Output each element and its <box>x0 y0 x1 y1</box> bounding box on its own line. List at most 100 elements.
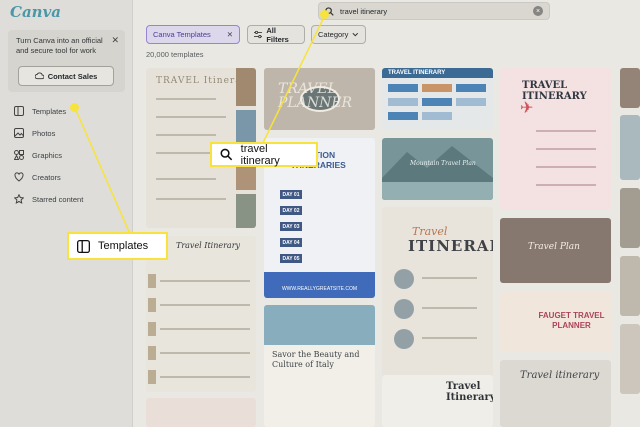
search-input[interactable]: travel itinerary <box>340 7 387 16</box>
template-card[interactable] <box>620 256 640 316</box>
template-title: TRAVEL ITINERARY <box>388 70 446 76</box>
text-line <box>536 166 596 168</box>
template-footer: WWW.REALLYGREATSITE.COM <box>281 286 358 292</box>
template-title: Mountain Travel Plan <box>410 160 476 167</box>
filter-chip-label: Canva Templates <box>153 30 211 39</box>
table-cell <box>388 98 418 106</box>
creators-icon <box>14 172 24 182</box>
template-card[interactable]: Travel itinerary <box>500 360 611 427</box>
table-cell <box>422 112 452 120</box>
day-label: DAY 03 <box>280 222 302 231</box>
text-line <box>160 376 250 378</box>
text-line <box>422 277 477 279</box>
text-line <box>160 352 250 354</box>
canva-logo[interactable]: Canva <box>10 3 61 21</box>
cloud-icon <box>34 72 44 80</box>
table-cell <box>388 84 418 92</box>
search-icon <box>220 148 233 161</box>
template-card[interactable] <box>620 115 640 180</box>
template-title: FAUGET TRAVEL PLANNER <box>538 311 605 330</box>
mountain-landscape <box>382 146 493 200</box>
star-icon <box>14 194 24 204</box>
table-cell <box>422 98 452 106</box>
sidebar-item-templates[interactable]: Templates <box>14 100 124 122</box>
template-photo <box>236 68 256 106</box>
template-card[interactable]: TRAVEL ITINERARY <box>382 68 493 130</box>
contact-sales-button[interactable]: Contact Sales <box>18 66 114 86</box>
text-line <box>160 280 250 282</box>
template-title: Savor the Beauty and Culture of Italy <box>272 350 360 369</box>
graphics-icon <box>14 150 24 160</box>
clear-search-icon[interactable]: × <box>533 6 543 16</box>
sidebar-nav: Templates Photos Graphics Creators Starr… <box>14 100 124 210</box>
sidebar: Canva Turn Canva into an official and se… <box>0 0 133 427</box>
text-line <box>536 184 596 186</box>
contact-sales-label: Contact Sales <box>47 71 98 81</box>
template-card[interactable]: TRAVEL PLANNER <box>264 68 375 130</box>
template-subtitle: ITINERARY <box>408 237 493 255</box>
templates-icon <box>77 239 90 253</box>
table-cell <box>456 84 486 92</box>
table-cell <box>456 98 486 106</box>
promo-text: Turn Canva into an official and secure t… <box>16 36 103 55</box>
close-icon[interactable]: ✕ <box>111 35 119 46</box>
row-marker <box>148 370 156 384</box>
template-card[interactable]: Mountain Travel Plan <box>382 138 493 200</box>
callout-dot <box>320 10 329 19</box>
template-title: Travel itinerary <box>520 370 600 381</box>
template-title: Travel Itinerary <box>176 241 241 250</box>
text-line <box>156 178 216 180</box>
templates-icon <box>14 106 24 116</box>
template-title: Travel Plan <box>528 242 580 252</box>
sidebar-item-label: Creators <box>32 172 61 182</box>
canva-templates-filter-chip[interactable]: Canva Templates ✕ <box>146 25 240 44</box>
table-cell <box>422 84 452 92</box>
table-cell <box>388 112 418 120</box>
sidebar-item-photos[interactable]: Photos <box>14 122 124 144</box>
sidebar-item-starred[interactable]: Starred content <box>14 188 124 210</box>
search-callout: travel itinerary <box>210 142 318 167</box>
day-label: DAY 04 <box>280 238 302 247</box>
row-marker <box>148 298 156 312</box>
chevron-down-icon <box>352 32 359 37</box>
template-card[interactable]: Travel Plan <box>500 218 611 283</box>
template-card[interactable]: Travel ITINERARY <box>382 207 493 397</box>
template-card[interactable] <box>146 398 256 427</box>
template-photo <box>394 269 414 289</box>
sidebar-item-label: Graphics <box>32 150 63 160</box>
close-icon[interactable]: ✕ <box>227 30 233 39</box>
text-line <box>536 130 596 132</box>
template-card[interactable]: Savor the Beauty and Culture of Italy <box>264 305 375 427</box>
search-callout-label: travel itinerary <box>240 142 280 167</box>
template-card[interactable]: FAUGET TRAVEL PLANNER <box>500 291 611 351</box>
category-dropdown[interactable]: Category <box>311 25 366 44</box>
template-card[interactable] <box>620 188 640 248</box>
all-filters-button[interactable]: All Filters <box>247 25 305 44</box>
sidebar-item-creators[interactable]: Creators <box>14 166 124 188</box>
text-line <box>156 198 226 200</box>
template-title: Travel Itinerary <box>446 381 493 403</box>
text-line <box>422 337 477 339</box>
template-title: TRAVEL PLANNER <box>278 81 353 111</box>
sidebar-item-graphics[interactable]: Graphics <box>14 144 124 166</box>
template-card[interactable]: Travel Itinerary <box>382 375 493 427</box>
sliders-icon <box>254 30 263 39</box>
day-label: DAY 02 <box>280 206 302 215</box>
promo-panel: Turn Canva into an official and secure t… <box>8 30 125 92</box>
template-card[interactable] <box>620 324 640 394</box>
template-card[interactable]: TRAVEL ITINERARY ✈ <box>500 68 611 210</box>
template-card[interactable] <box>620 68 640 108</box>
category-label: Category <box>318 30 349 39</box>
day-label: DAY 01 <box>280 190 302 199</box>
search-bar[interactable]: travel itinerary × <box>318 2 550 20</box>
text-line <box>156 98 216 100</box>
text-line <box>160 328 250 330</box>
text-line <box>536 148 596 150</box>
results-count: 20,000 templates <box>146 50 204 59</box>
row-marker <box>148 346 156 360</box>
wave-decoration <box>264 272 375 298</box>
template-photo <box>264 305 375 345</box>
template-photo <box>394 299 414 319</box>
photos-icon <box>14 128 24 138</box>
text-line <box>160 304 250 306</box>
